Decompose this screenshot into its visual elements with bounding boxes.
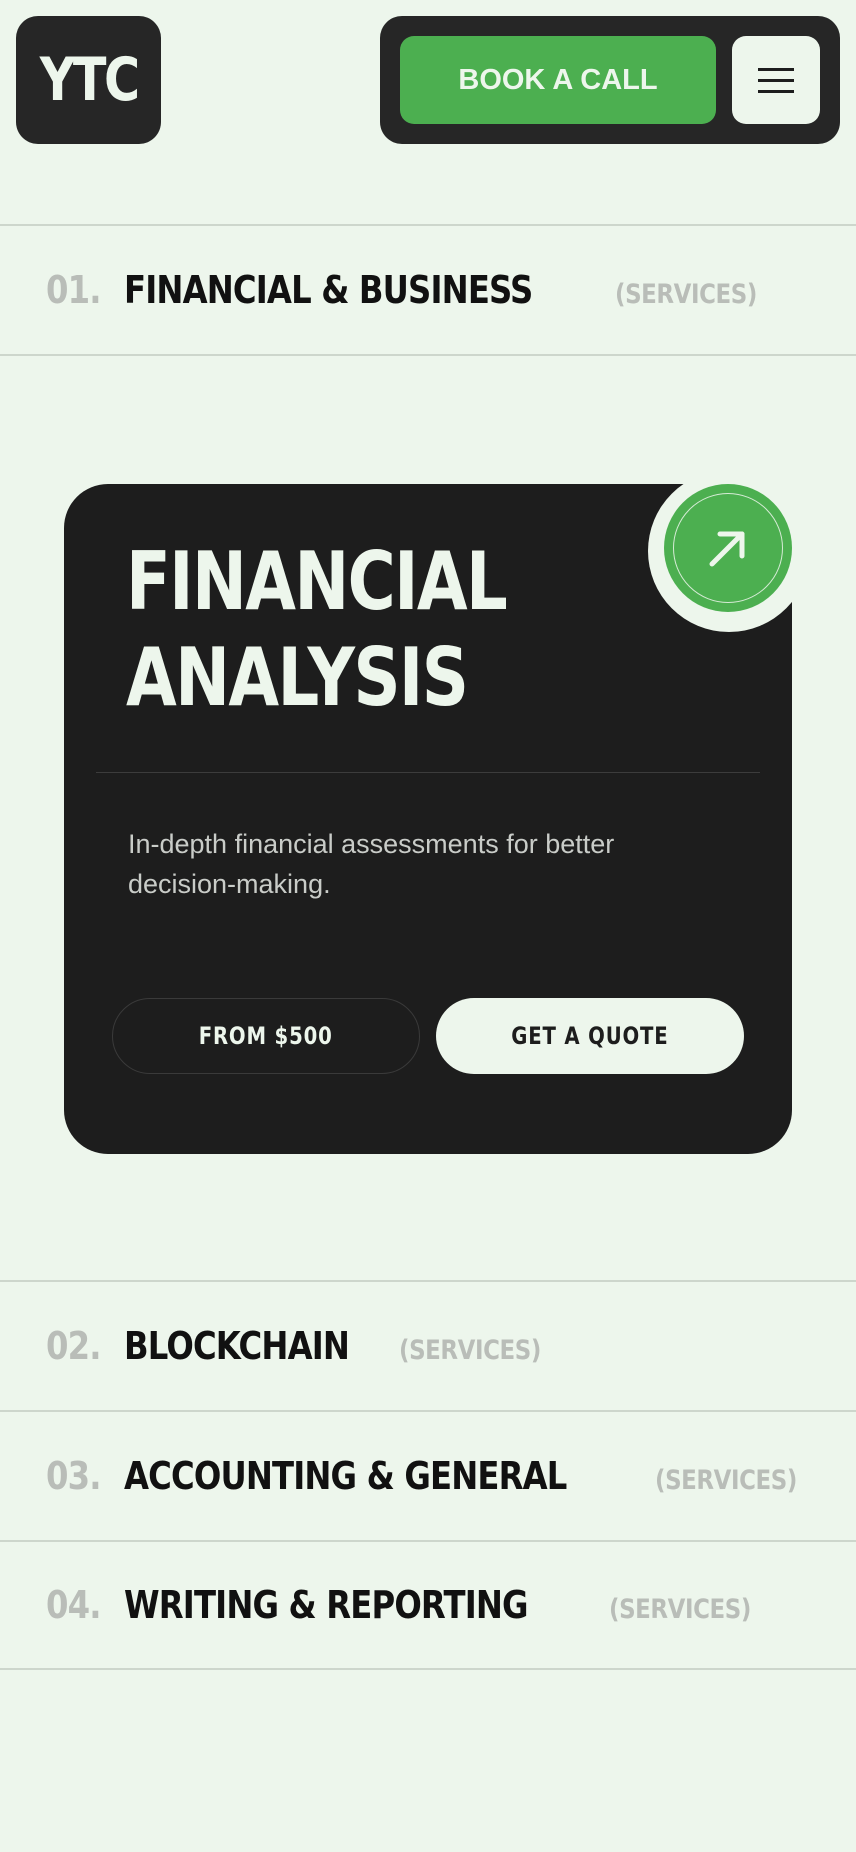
service-row-blockchain[interactable]: 02. BLOCKCHAIN (SERVICES) [0, 1280, 856, 1410]
arrow-up-right-icon [709, 531, 745, 567]
logo-text: YTC [39, 45, 140, 115]
service-tag: (SERVICES) [609, 1594, 752, 1625]
menu-button[interactable] [732, 36, 820, 124]
service-title: ACCOUNTING & GENERAL [124, 1454, 567, 1498]
hamburger-icon [758, 68, 794, 93]
divider [0, 354, 856, 356]
service-title: WRITING & REPORTING [124, 1583, 529, 1627]
header-bar: BOOK A CALL [380, 16, 840, 144]
card-title-line-1: FINANCIAL [126, 535, 508, 628]
service-number: 02. [46, 1324, 102, 1368]
card-description: In-depth financial assessments for bette… [128, 829, 615, 899]
service-tag: (SERVICES) [399, 1335, 542, 1366]
service-number: 01. [46, 268, 102, 312]
get-quote-label: GET A QUOTE [511, 1022, 669, 1050]
card-title: FINANCIAL ANALYSIS [126, 534, 634, 726]
service-number: 03. [46, 1454, 102, 1498]
service-title: FINANCIAL & BUSINESS [124, 268, 533, 312]
card-divider [96, 772, 760, 773]
service-tag: (SERVICES) [654, 1465, 797, 1496]
get-quote-button[interactable]: GET A QUOTE [436, 998, 744, 1074]
page: YTC BOOK A CALL 01. FINANCIAL & BUSINESS… [0, 0, 856, 1852]
card-title-line-2: ANALYSIS [126, 631, 469, 724]
price-badge: FROM $500 [112, 998, 420, 1074]
service-tag: (SERVICES) [614, 279, 757, 310]
open-service-button[interactable] [664, 484, 792, 612]
logo[interactable]: YTC [16, 16, 161, 144]
price-label: FROM $500 [199, 1022, 333, 1050]
book-call-button[interactable]: BOOK A CALL [400, 36, 716, 124]
arrow-ring [673, 493, 783, 603]
service-title: BLOCKCHAIN [124, 1324, 350, 1368]
service-row-writing-reporting[interactable]: 04. WRITING & REPORTING (SERVICES) [0, 1540, 856, 1670]
service-row-financial-business[interactable]: 01. FINANCIAL & BUSINESS (SERVICES) [0, 224, 856, 354]
service-row-accounting-general[interactable]: 03. ACCOUNTING & GENERAL (SERVICES) [0, 1410, 856, 1540]
service-number: 04. [46, 1583, 102, 1627]
